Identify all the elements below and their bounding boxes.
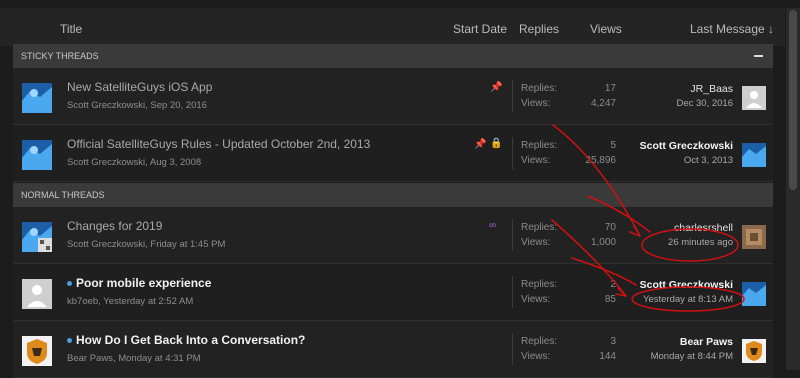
scrollbar[interactable] [786,8,800,370]
thread-meta[interactable]: Scott Greczkowski, Sep 20, 2016 [67,100,207,111]
column-start-date[interactable]: Start Date [453,22,507,36]
avatar[interactable] [22,222,52,252]
thread-title[interactable]: Poor mobile experience [67,276,211,290]
last-post-time[interactable]: 26 minutes ago [668,237,733,248]
views-label: Views: [521,294,551,305]
thread-row: Official SatelliteGuys Rules - Updated O… [13,125,773,182]
last-post-avatar[interactable] [742,86,766,110]
views-count: 4,247 [590,98,616,109]
views-label: Views: [521,98,551,109]
last-post-avatar[interactable] [742,339,766,363]
views-count: 144 [599,351,616,362]
thread-row: Poor mobile experience kb7oeb, Yesterday… [13,264,773,321]
last-post-time[interactable]: Yesterday at 8:13 AM [643,294,733,305]
thread-row: Changes for 2019 Scott Greczkowski, Frid… [13,207,773,264]
avatar[interactable] [22,336,52,366]
avatar[interactable] [22,140,52,170]
last-post-user[interactable]: JR_Baas [690,83,733,95]
last-post-user[interactable]: Scott Greczkowski [640,140,733,152]
avatar[interactable] [22,83,52,113]
replies-label: Replies: [521,279,558,290]
avatar[interactable] [22,279,52,309]
thread-title[interactable]: New SatelliteGuys iOS App [67,80,212,94]
scrollbar-thumb[interactable] [789,10,797,190]
divider [512,137,513,169]
replies-count: 3 [610,336,616,347]
replies-count: 70 [604,222,616,233]
pin-icon: 📌 [490,82,503,93]
column-replies[interactable]: Replies [519,22,559,36]
unread-dot [67,281,72,287]
last-post-user[interactable]: charlesrshell [674,222,733,234]
replies-label: Replies: [521,336,558,347]
column-title[interactable]: Title [60,22,82,36]
last-post-time[interactable]: Dec 30, 2016 [676,98,733,109]
section-label: NORMAL THREADS [21,190,105,200]
thread-meta[interactable]: Scott Greczkowski, Aug 3, 2008 [67,157,201,168]
thread-title[interactable]: How Do I Get Back Into a Conversation? [67,333,305,347]
thread-meta[interactable]: kb7oeb, Yesterday at 2:52 AM [67,296,193,307]
divider [512,276,513,308]
last-post-user[interactable]: Scott Greczkowski [640,279,733,291]
replies-label: Replies: [521,222,558,233]
thread-row: New SatelliteGuys iOS App Scott Greczkow… [13,68,773,125]
replies-count: 5 [610,140,616,151]
section-sticky-threads: STICKY THREADS [13,44,773,68]
lock-icon: 🔒 [490,138,503,149]
collapse-icon[interactable] [754,55,763,57]
views-count: 85 [604,294,616,305]
last-post-avatar[interactable] [742,282,766,306]
thread-meta[interactable]: Bear Paws, Monday at 4:31 PM [67,353,201,364]
last-post-time[interactable]: Oct 3, 2013 [684,155,733,166]
thread-title[interactable]: Official SatelliteGuys Rules - Updated O… [67,137,370,151]
thread-list-header: Title Start Date Replies Views Last Mess… [0,8,785,46]
watch-icon: ∞ [489,220,497,231]
replies-count: 2 [610,279,616,290]
thread-title[interactable]: Changes for 2019 [67,219,162,233]
last-post-user[interactable]: Bear Paws [680,336,733,348]
last-post-avatar[interactable] [742,143,766,167]
divider [512,219,513,251]
thread-meta[interactable]: Scott Greczkowski, Friday at 1:45 PM [67,239,225,250]
section-label: STICKY THREADS [21,51,99,61]
views-label: Views: [521,351,551,362]
divider [512,333,513,365]
column-views[interactable]: Views [590,22,622,36]
section-normal-threads: NORMAL THREADS [13,183,773,207]
views-label: Views: [521,237,551,248]
thread-row: How Do I Get Back Into a Conversation? B… [13,321,773,378]
column-last-message[interactable]: Last Message ↓ [690,22,774,36]
pin-icon: 📌 [474,139,487,150]
replies-label: Replies: [521,83,558,94]
views-count: 1,000 [590,237,616,248]
divider [512,80,513,112]
replies-label: Replies: [521,140,558,151]
last-post-time[interactable]: Monday at 8:44 PM [651,351,733,362]
replies-count: 17 [604,83,616,94]
last-post-avatar[interactable] [742,225,766,249]
unread-dot [67,338,72,344]
views-count: 25,896 [585,155,616,166]
views-label: Views: [521,155,551,166]
